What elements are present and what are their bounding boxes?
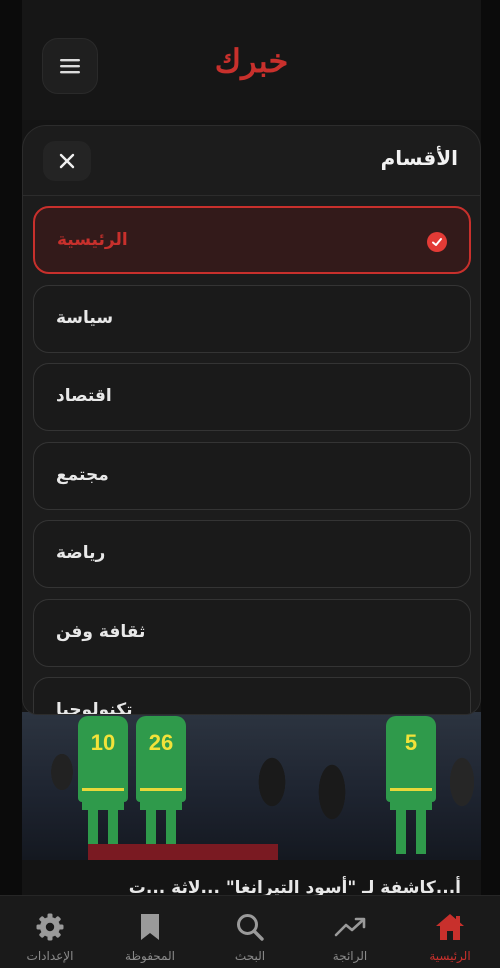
player-figure: 5 (386, 716, 436, 854)
jersey-number: 10 (90, 730, 116, 755)
player-figure: 10 (78, 716, 128, 854)
trending-icon (333, 910, 367, 944)
category-item-technology[interactable]: تكنولوجيا (33, 677, 471, 715)
category-item-society[interactable]: مجتمع (33, 441, 471, 510)
category-item-sports[interactable]: رياضة (33, 520, 471, 588)
gear-icon (33, 910, 67, 944)
nav-item-search[interactable]: البحث (200, 896, 300, 968)
nav-label: البحث (234, 949, 266, 963)
category-list: الرئيسية سياسة اقتصاد مجتمع رياضة ثقافة … (33, 206, 471, 715)
category-label: اقتصاد (56, 386, 112, 406)
jersey-number: 5 (404, 730, 418, 755)
category-label: تكنولوجيا (56, 700, 133, 715)
category-label: رياضة (56, 543, 106, 563)
category-label: الرئيسية (57, 230, 128, 250)
nav-item-saved[interactable]: المحفوظة (100, 896, 200, 968)
app-logo[interactable]: خبرك (22, 42, 481, 80)
category-label: مجتمع (56, 464, 109, 485)
category-item-culture[interactable]: ثقافة وفن (33, 598, 471, 667)
sheet-title: الأقسام (380, 146, 458, 170)
jersey-number: 26 (148, 730, 174, 755)
ad-board (88, 844, 278, 860)
sheet-header: الأقسام (23, 126, 480, 196)
nav-item-home[interactable]: الرئيسية (400, 896, 500, 968)
top-header: خبرك (22, 0, 481, 120)
bottom-navigation: الرئيسية الرائجة البحث المحفوظة الإعدادا… (0, 895, 500, 968)
category-item-economy[interactable]: اقتصاد (33, 363, 471, 431)
nav-label: المحفوظة (125, 949, 175, 963)
category-item-home[interactable]: الرئيسية (33, 206, 471, 274)
nav-label: الرائجة (332, 949, 368, 963)
nav-item-trending[interactable]: الرائجة (300, 896, 400, 968)
category-item-politics[interactable]: سياسة (33, 284, 471, 353)
bookmark-icon (133, 910, 167, 944)
category-label: سياسة (56, 307, 114, 328)
close-icon (59, 153, 75, 169)
category-label: ثقافة وفن (56, 621, 146, 642)
search-icon (233, 910, 267, 944)
check-icon (427, 232, 447, 252)
home-icon (433, 910, 467, 944)
article-headline[interactable]: أ...كاشفة لـ "أسود التيرانغا" ...لاثة ..… (22, 860, 481, 896)
player-figure: 26 (136, 716, 186, 854)
hero-image[interactable]: 10 26 5 (22, 712, 481, 860)
nav-item-settings[interactable]: الإعدادات (0, 896, 100, 968)
nav-label: الإعدادات (26, 949, 74, 963)
nav-label: الرئيسية (429, 949, 471, 963)
close-button[interactable] (43, 141, 91, 181)
categories-sheet: الأقسام الرئيسية سياسة اقتصاد مجتمع رياض… (22, 125, 481, 715)
